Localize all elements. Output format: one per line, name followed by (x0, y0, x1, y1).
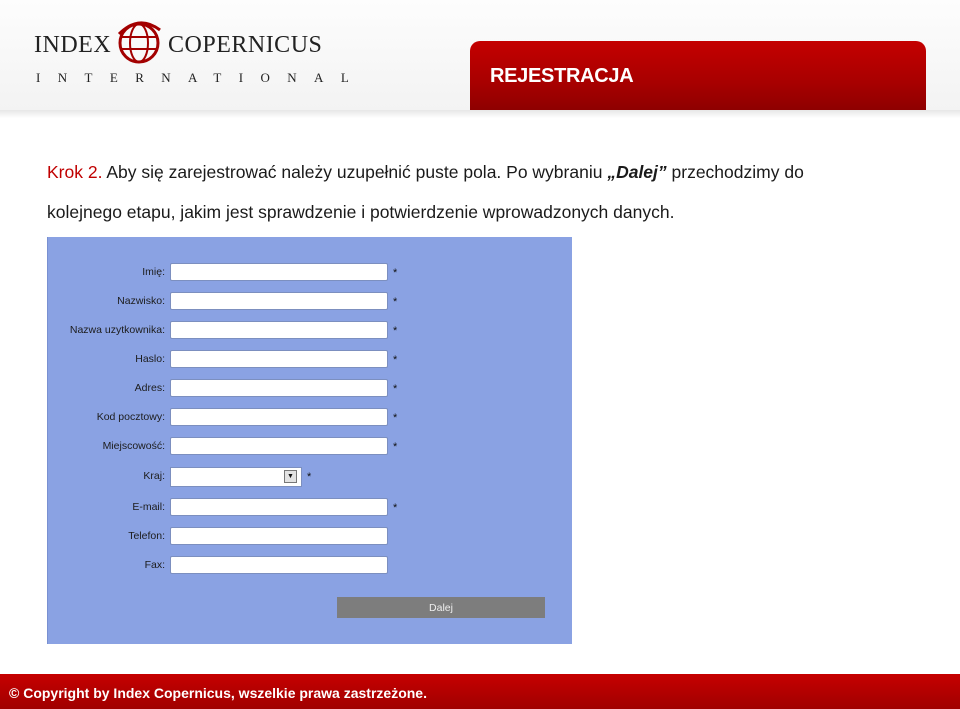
phone-input[interactable] (170, 527, 388, 545)
dropdown-arrow-icon[interactable]: ▼ (284, 470, 297, 483)
password-input[interactable] (170, 350, 388, 368)
form-row-kraj: Kraj: ▼ * (48, 467, 572, 487)
step-label: Krok 2. (47, 162, 103, 182)
username-input[interactable] (170, 321, 388, 339)
registration-form: Imię: * Nazwisko: * Nazwa uzytkownika: *… (47, 237, 572, 644)
required-mark: * (393, 441, 398, 453)
form-row-fax: Fax: (48, 556, 572, 576)
form-row-telefon: Telefon: (48, 527, 572, 547)
label-kod-pocztowy: Kod pocztowy: (96, 411, 165, 423)
required-mark: * (393, 354, 398, 366)
instructions-line-1-end: przechodzimy do (666, 162, 804, 182)
required-mark: * (393, 296, 398, 308)
form-row-haslo: Haslo: * (48, 350, 572, 370)
imie-input[interactable] (170, 263, 388, 281)
required-mark: * (393, 383, 398, 395)
label-miejscowosc: Miejscowość: (102, 440, 165, 452)
form-row-imie: Imię: * (48, 263, 572, 283)
header: INDEX COPERNICUS INTERNATIONAL REJESTRAC… (0, 0, 960, 110)
globe-icon (117, 21, 161, 64)
instructions-line-1-text: Aby się zarejestrować należy uzupełnić p… (102, 162, 608, 182)
logo-subtitle: INTERNATIONAL (36, 70, 367, 85)
instructions-text: Krok 2. Aby się zarejestrować należy uzu… (47, 152, 927, 232)
form-row-miejscowosc: Miejscowość: * (48, 437, 572, 457)
logo-word-index: INDEX (34, 32, 112, 58)
form-row-nazwisko: Nazwisko: * (48, 292, 572, 312)
header-divider (0, 110, 960, 118)
label-nazwisko: Nazwisko: (117, 295, 165, 307)
footer: © Copyright by Index Copernicus, wszelki… (0, 674, 960, 709)
form-row-kod-pocztowy: Kod pocztowy: * (48, 408, 572, 428)
required-mark: * (393, 267, 398, 279)
email-input[interactable] (170, 498, 388, 516)
label-adres: Adres: (134, 382, 165, 394)
logo-word-copernicus: COPERNICUS (168, 32, 323, 58)
required-mark: * (393, 502, 398, 514)
required-mark: * (307, 471, 312, 483)
registration-tab: REJESTRACJA (470, 41, 926, 110)
form-row-email: E-mail: * (48, 498, 572, 518)
instructions-line-2: kolejnego etapu, jakim jest sprawdzenie … (47, 202, 675, 222)
registration-title: REJESTRACJA (490, 65, 634, 87)
postal-code-input[interactable] (170, 408, 388, 426)
required-mark: * (393, 325, 398, 337)
label-telefon: Telefon: (128, 530, 165, 542)
dalej-emphasis: „Dalej” (607, 162, 667, 182)
city-input[interactable] (170, 437, 388, 455)
label-email: E-mail: (132, 501, 165, 513)
required-mark: * (393, 412, 398, 424)
form-row-adres: Adres: * (48, 379, 572, 399)
label-imie: Imię: (142, 266, 165, 278)
label-fax: Fax: (144, 559, 165, 571)
instructions-line-1: Krok 2. Aby się zarejestrować należy uzu… (47, 152, 927, 192)
nazwisko-input[interactable] (170, 292, 388, 310)
form-row-username: Nazwa uzytkownika: * (48, 321, 572, 341)
country-select[interactable]: ▼ (170, 467, 302, 487)
copyright-text: © Copyright by Index Copernicus, wszelki… (9, 685, 427, 701)
address-input[interactable] (170, 379, 388, 397)
label-username: Nazwa uzytkownika: (69, 324, 165, 336)
label-haslo: Haslo: (135, 353, 165, 365)
index-copernicus-logo: INDEX COPERNICUS INTERNATIONAL (34, 16, 349, 96)
label-kraj: Kraj: (143, 470, 165, 482)
fax-input[interactable] (170, 556, 388, 574)
dalej-button[interactable]: Dalej (337, 597, 545, 618)
